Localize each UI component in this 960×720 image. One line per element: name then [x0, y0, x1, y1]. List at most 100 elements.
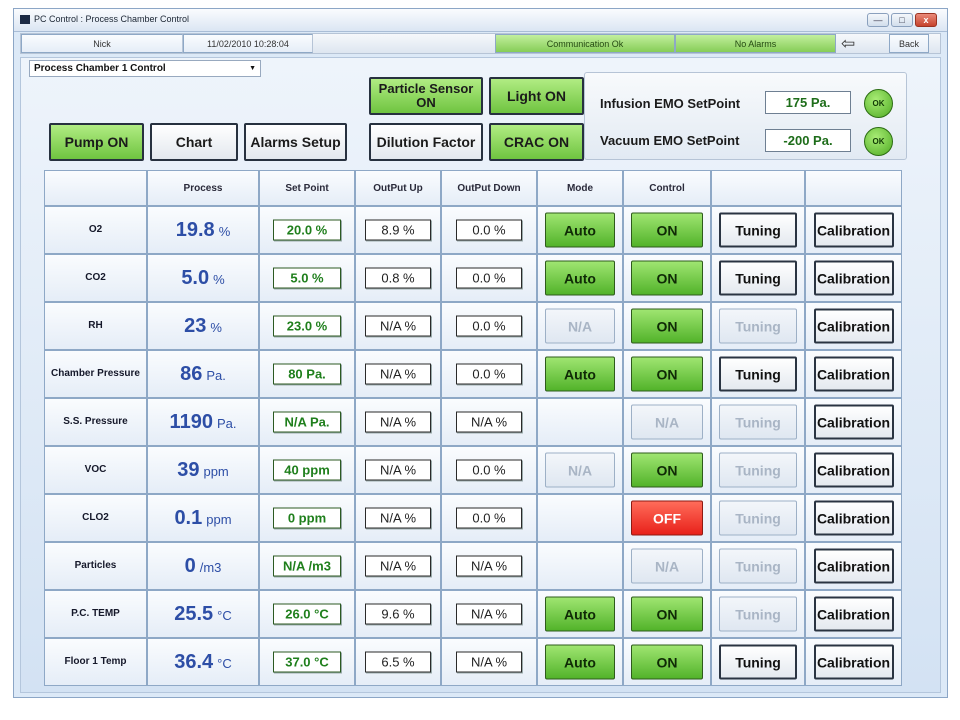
- chart-button[interactable]: Chart: [150, 123, 238, 161]
- setpoint-input[interactable]: N/A Pa.: [273, 411, 341, 433]
- particle-sensor-button[interactable]: Particle Sensor ON: [369, 77, 483, 115]
- output-up-cell: N/A %: [355, 350, 441, 398]
- control-button[interactable]: ON: [631, 356, 703, 392]
- mode-cell: Auto: [537, 350, 623, 398]
- control-cell: ON: [623, 638, 711, 686]
- setpoint-input[interactable]: 80 Pa.: [273, 363, 341, 385]
- dilution-factor-button[interactable]: Dilution Factor: [369, 123, 483, 161]
- mode-cell: Auto: [537, 590, 623, 638]
- process-unit: °C: [217, 656, 232, 671]
- setpoint-input[interactable]: 26.0 °C: [273, 603, 341, 625]
- mode-cell: [537, 542, 623, 590]
- calibration-button[interactable]: Calibration: [813, 500, 894, 536]
- column-header-tuning: [711, 170, 805, 206]
- control-button[interactable]: ON: [631, 596, 703, 632]
- chamber-select[interactable]: Process Chamber 1 Control ▼: [29, 60, 261, 77]
- mode-cell: [537, 494, 623, 542]
- mode-button[interactable]: Auto: [545, 212, 615, 248]
- process-unit: ppm: [206, 512, 232, 527]
- crac-button[interactable]: CRAC ON: [489, 123, 584, 161]
- setpoint-cell: 5.0 %: [259, 254, 355, 302]
- calibration-cell: Calibration: [805, 206, 902, 254]
- calibration-button[interactable]: Calibration: [813, 452, 894, 488]
- setpoint-input[interactable]: 37.0 °C: [273, 651, 341, 673]
- vacuum-emo-value[interactable]: -200 Pa.: [765, 129, 851, 152]
- calibration-button[interactable]: Calibration: [813, 308, 894, 344]
- control-button[interactable]: ON: [631, 308, 703, 344]
- process-value-cell: 1190 Pa.: [147, 398, 259, 446]
- tuning-button: Tuning: [719, 596, 797, 632]
- output-up-cell: 0.8 %: [355, 254, 441, 302]
- output-up-cell: N/A %: [355, 302, 441, 350]
- vacuum-emo-label: Vacuum EMO SetPoint: [600, 133, 740, 148]
- column-header-output-down: OutPut Down: [441, 170, 537, 206]
- vacuum-ok-indicator[interactable]: OK: [864, 127, 893, 156]
- output-down-cell: N/A %: [441, 542, 537, 590]
- minimize-button[interactable]: —: [867, 13, 889, 27]
- control-button[interactable]: ON: [631, 452, 703, 488]
- setpoint-input[interactable]: 23.0 %: [273, 315, 341, 337]
- process-value-cell: 19.8%: [147, 206, 259, 254]
- process-value-cell: 86 Pa.: [147, 350, 259, 398]
- output-down-cell: 0.0 %: [441, 254, 537, 302]
- row-label: S.S. Pressure: [44, 398, 147, 446]
- control-button[interactable]: ON: [631, 260, 703, 296]
- close-button[interactable]: x: [915, 13, 937, 27]
- mode-button[interactable]: Auto: [545, 356, 615, 392]
- calibration-cell: Calibration: [805, 542, 902, 590]
- output-up-value: 9.6 %: [365, 603, 431, 625]
- tuning-button[interactable]: Tuning: [719, 212, 797, 248]
- alarms-setup-button[interactable]: Alarms Setup: [244, 123, 347, 161]
- tuning-button[interactable]: Tuning: [719, 260, 797, 296]
- tuning-button[interactable]: Tuning: [719, 644, 797, 680]
- setpoint-cell: 40 ppm: [259, 446, 355, 494]
- calibration-button[interactable]: Calibration: [813, 404, 894, 440]
- calibration-cell: Calibration: [805, 398, 902, 446]
- process-value-cell: 0.1 ppm: [147, 494, 259, 542]
- process-value: 36.4: [174, 651, 214, 673]
- setpoint-input[interactable]: 5.0 %: [273, 267, 341, 289]
- calibration-button[interactable]: Calibration: [813, 596, 894, 632]
- light-button[interactable]: Light ON: [489, 77, 584, 115]
- setpoint-input[interactable]: N/A /m3: [273, 555, 341, 577]
- infusion-ok-indicator[interactable]: OK: [864, 89, 893, 118]
- mode-button[interactable]: Auto: [545, 260, 615, 296]
- calibration-cell: Calibration: [805, 302, 902, 350]
- setpoint-input[interactable]: 20.0 %: [273, 219, 341, 241]
- column-header-calibration: [805, 170, 902, 206]
- control-button[interactable]: ON: [631, 644, 703, 680]
- process-value: 0: [184, 555, 196, 577]
- calibration-button[interactable]: Calibration: [813, 548, 894, 584]
- setpoint-cell: N/A Pa.: [259, 398, 355, 446]
- maximize-button[interactable]: □: [891, 13, 913, 27]
- setpoint-input[interactable]: 0 ppm: [273, 507, 341, 529]
- process-value-cell: 23%: [147, 302, 259, 350]
- calibration-button[interactable]: Calibration: [813, 212, 894, 248]
- tuning-button[interactable]: Tuning: [719, 356, 797, 392]
- calibration-button[interactable]: Calibration: [813, 260, 894, 296]
- output-down-value: 0.0 %: [456, 363, 522, 385]
- control-button[interactable]: ON: [631, 212, 703, 248]
- pump-button[interactable]: Pump ON: [49, 123, 144, 161]
- column-header-mode: Mode: [537, 170, 623, 206]
- communication-status: Communication Ok: [495, 34, 675, 53]
- control-cell: ON: [623, 206, 711, 254]
- setpoint-cell: 26.0 °C: [259, 590, 355, 638]
- tuning-button: Tuning: [719, 548, 797, 584]
- output-up-value: 6.5 %: [365, 651, 431, 673]
- title-bar: PC Control : Process Chamber Control — □…: [14, 9, 947, 32]
- calibration-button[interactable]: Calibration: [813, 644, 894, 680]
- tuning-cell: Tuning: [711, 398, 805, 446]
- setpoint-cell: 37.0 °C: [259, 638, 355, 686]
- infusion-emo-value[interactable]: 175 Pa.: [765, 91, 851, 114]
- back-arrow-icon[interactable]: ⇦: [841, 35, 855, 52]
- back-button[interactable]: Back: [889, 34, 929, 53]
- process-unit: /m3: [199, 560, 222, 575]
- calibration-button[interactable]: Calibration: [813, 356, 894, 392]
- setpoint-input[interactable]: 40 ppm: [273, 459, 341, 481]
- control-button[interactable]: OFF: [631, 500, 703, 536]
- output-down-cell: N/A %: [441, 638, 537, 686]
- mode-button[interactable]: Auto: [545, 644, 615, 680]
- mode-button[interactable]: Auto: [545, 596, 615, 632]
- window-title: PC Control : Process Chamber Control: [34, 14, 190, 24]
